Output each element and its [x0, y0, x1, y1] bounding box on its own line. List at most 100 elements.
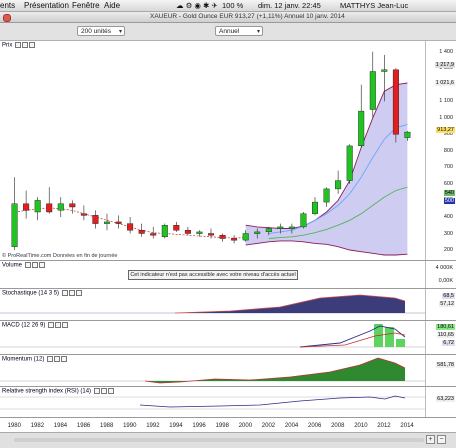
menu-item-presentation[interactable]: Présentation [24, 1, 69, 10]
settings-icon[interactable] [48, 322, 55, 328]
price-chart[interactable] [0, 41, 426, 260]
stoch-tag-1: 68,5 [442, 293, 455, 299]
price-scale-tick: 1 400 [439, 48, 453, 55]
volume-panel-title: Volume [2, 262, 23, 269]
wrench-icon[interactable] [100, 388, 107, 394]
wrench-icon[interactable] [55, 322, 62, 328]
candle-up [103, 221, 110, 224]
macd-panel: MACD (12 26 9) 180,61 110,65 6,72 [0, 321, 456, 355]
price-tag-upper: 1 217,9 [434, 62, 455, 68]
candle-down [219, 234, 226, 239]
window-titlebar: XAUEUR - Gold Ounce EUR 913,27 (+1,11%) … [0, 12, 456, 23]
rsi-panel-label: Relative strength index (RSI) (14) [2, 388, 114, 395]
wrench-icon[interactable] [68, 290, 75, 296]
candle-down [207, 233, 214, 236]
time-axis-label: 2014 [400, 423, 414, 429]
close-icon[interactable] [75, 290, 82, 296]
macd-panel-title: MACD (12 26 9) [2, 322, 46, 329]
time-axis-label: 1982 [30, 423, 45, 429]
settings-icon[interactable] [61, 290, 68, 296]
status-icons: ☁ ⚙ ◉ ✱ ✈ [176, 1, 218, 10]
time-axis-label: 1994 [169, 423, 183, 429]
candle-down [115, 221, 122, 224]
zoom-out-icon[interactable]: − [437, 435, 446, 444]
wrench-icon[interactable] [54, 356, 61, 362]
time-axis[interactable]: 1980 1982 1984 1986 1988 1990 1992 1994 1996 1998… [0, 418, 456, 433]
candle-down [150, 233, 157, 236]
candle-up [34, 200, 41, 213]
datetime[interactable]: dim. 12 janv. 22:45 [258, 1, 321, 10]
battery-level: 100 % [222, 1, 244, 10]
price-tag-last: 913,27 [436, 127, 455, 133]
zoom-in-icon[interactable]: + [426, 435, 435, 444]
access-notice: Cet indicateur n'est pas accessible avec… [128, 270, 298, 280]
macd-tag-2: 110,65 [436, 332, 455, 338]
price-scale-tick: 300 [443, 230, 453, 237]
time-axis-label: 1986 [76, 423, 91, 429]
price-scale-tick: 700 [443, 164, 453, 171]
close-icon[interactable] [107, 388, 114, 394]
settings-icon[interactable] [47, 356, 54, 362]
units-select-value: 200 unités [81, 28, 111, 35]
time-axis-label: 2000 [238, 423, 253, 429]
price-tag-low2: 500 [443, 198, 455, 204]
price-panel-label: Prix [2, 42, 36, 49]
candle-down [46, 203, 53, 213]
menu-item-ents[interactable]: ents [0, 1, 15, 10]
price-scale-tick: 1 000 [439, 114, 453, 121]
period-select[interactable]: Annuel ▾ [215, 26, 263, 36]
candle-up [254, 231, 261, 234]
scroll-track[interactable] [14, 438, 424, 442]
stochastic-panel-label: Stochastique (14 3 5) [2, 290, 82, 297]
menu-item-aide[interactable]: Aide [104, 1, 120, 10]
time-axis-label: 2012 [377, 423, 391, 429]
settings-icon[interactable] [93, 388, 100, 394]
volume-tick: 4 000K [435, 265, 453, 271]
stochastic-scale: 68,5 57,12 [425, 289, 456, 320]
price-scale-tick: 400 [443, 214, 453, 220]
momentum-panel: Momentum (12) 581,78 [0, 355, 456, 387]
time-axis-label: 1988 [100, 423, 114, 429]
candle-up [161, 224, 168, 237]
volume-panel-label: Volume [2, 262, 45, 269]
stochastic-panel-title: Stochastique (14 3 5) [2, 290, 60, 297]
close-icon[interactable] [38, 262, 45, 268]
wrench-icon[interactable] [22, 42, 29, 48]
candle-up [57, 203, 64, 211]
chevron-down-icon: ▾ [256, 29, 260, 35]
stoch-tag-2: 57,12 [439, 301, 455, 307]
mac-menubar: ents Présentation Fenêtre Aide ☁ ⚙ ◉ ✱ ✈… [0, 0, 456, 12]
price-scale-tick: 800 [443, 147, 453, 154]
price-tag-mid: 1 021,6 [434, 80, 455, 86]
time-axis-label: 2010 [354, 423, 368, 429]
close-icon[interactable] [61, 356, 68, 362]
settings-icon[interactable] [24, 262, 31, 268]
candle-down [127, 223, 134, 231]
candle-up [11, 203, 18, 247]
window-close-button[interactable] [3, 14, 11, 22]
close-icon[interactable] [62, 322, 69, 328]
settings-icon[interactable] [15, 42, 22, 48]
user-name[interactable]: MATTHYS Jean-Luc [340, 1, 408, 10]
time-axis-label: 1990 [123, 423, 137, 429]
momentum-panel-title: Momentum (12) [2, 356, 45, 363]
time-axis-label: 1992 [146, 423, 160, 429]
window-title: XAUEUR - Gold Ounce EUR 913,27 (+1,11%) … [150, 13, 345, 20]
candle-up [335, 180, 342, 190]
time-axis-label: 2006 [308, 423, 322, 429]
stochastic-panel: Stochastique (14 3 5) 68,5 57,12 [0, 289, 456, 321]
momentum-scale: 581,78 [425, 355, 456, 386]
units-select[interactable]: 200 unités ▾ [77, 26, 125, 36]
candle-up [265, 228, 272, 232]
menu-item-fenetre[interactable]: Fenêtre [72, 1, 100, 10]
price-scale-tick: 600 [443, 180, 453, 187]
volume-scale: 4 000K 0,00K [425, 261, 456, 288]
time-axis-label: 1984 [53, 423, 68, 429]
chart-scrollbar[interactable]: + − [0, 433, 456, 448]
wrench-icon[interactable] [31, 262, 38, 268]
candle-up [358, 110, 365, 146]
chart-toolbar: 200 unités ▾ Annuel ▾ [0, 23, 456, 41]
close-icon[interactable] [29, 42, 36, 48]
time-axis-label: 1980 [7, 423, 21, 429]
time-axis-label: 1996 [192, 423, 206, 429]
